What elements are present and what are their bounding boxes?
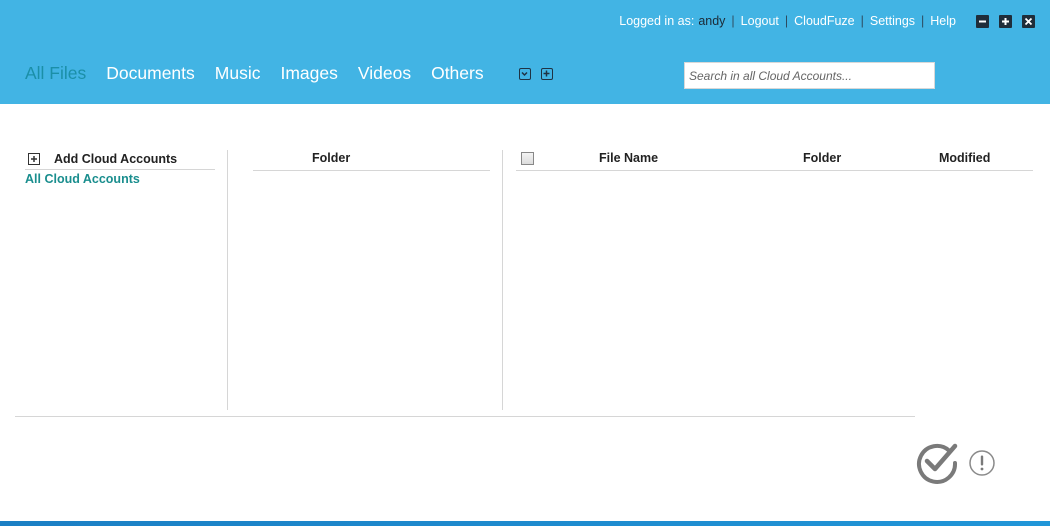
tab-music[interactable]: Music xyxy=(215,63,261,84)
divider xyxy=(516,170,1033,171)
minimize-icon[interactable] xyxy=(976,14,989,28)
check-circle-icon[interactable] xyxy=(916,442,960,484)
folder-column-header[interactable]: Folder xyxy=(803,151,841,165)
folder-column-header[interactable]: Folder xyxy=(312,151,350,165)
cloudfuze-link[interactable]: CloudFuze xyxy=(794,14,854,28)
logout-link[interactable]: Logout xyxy=(741,14,779,28)
separator: | xyxy=(784,14,789,28)
add-cloud-accounts-label: Add Cloud Accounts xyxy=(54,152,178,166)
tab-images[interactable]: Images xyxy=(280,63,337,84)
tab-others[interactable]: Others xyxy=(431,63,484,84)
search-input[interactable] xyxy=(684,62,935,89)
dropdown-icon[interactable] xyxy=(518,67,531,80)
add-cloud-accounts-button[interactable]: Add Cloud Accounts xyxy=(28,152,177,166)
logged-in-label: Logged in as: xyxy=(619,14,695,28)
select-all-checkbox[interactable] xyxy=(521,152,534,165)
settings-link[interactable]: Settings xyxy=(870,14,915,28)
header-bar: Logged in as: andy | Logout | CloudFuze … xyxy=(0,0,1050,104)
divider xyxy=(25,169,215,170)
user-bar: Logged in as: andy | Logout | CloudFuze … xyxy=(619,13,1050,29)
tab-actions xyxy=(518,67,563,80)
username: andy xyxy=(698,14,726,28)
all-cloud-accounts-link[interactable]: All Cloud Accounts xyxy=(25,172,140,186)
add-tab-icon[interactable] xyxy=(540,67,553,80)
alert-circle-icon[interactable] xyxy=(968,449,996,477)
window-controls xyxy=(966,14,1035,28)
file-name-column-header[interactable]: File Name xyxy=(599,151,658,165)
separator: | xyxy=(731,14,735,28)
panel-divider xyxy=(502,150,503,410)
separator: | xyxy=(921,14,925,28)
help-link[interactable]: Help xyxy=(930,14,956,28)
footer-bar xyxy=(0,521,1050,526)
plus-icon xyxy=(28,153,40,165)
category-tabs: All Files Documents Music Images Videos … xyxy=(25,63,563,84)
separator: | xyxy=(860,14,864,28)
maximize-icon[interactable] xyxy=(999,14,1012,28)
status-icons xyxy=(916,442,996,484)
panel-divider xyxy=(227,150,228,410)
tab-all-files[interactable]: All Files xyxy=(25,63,86,84)
modified-column-header[interactable]: Modified xyxy=(939,151,990,165)
bottom-divider xyxy=(15,416,915,417)
tab-videos[interactable]: Videos xyxy=(358,63,411,84)
close-icon[interactable] xyxy=(1022,14,1035,28)
tab-documents[interactable]: Documents xyxy=(106,63,195,84)
divider xyxy=(253,170,490,171)
